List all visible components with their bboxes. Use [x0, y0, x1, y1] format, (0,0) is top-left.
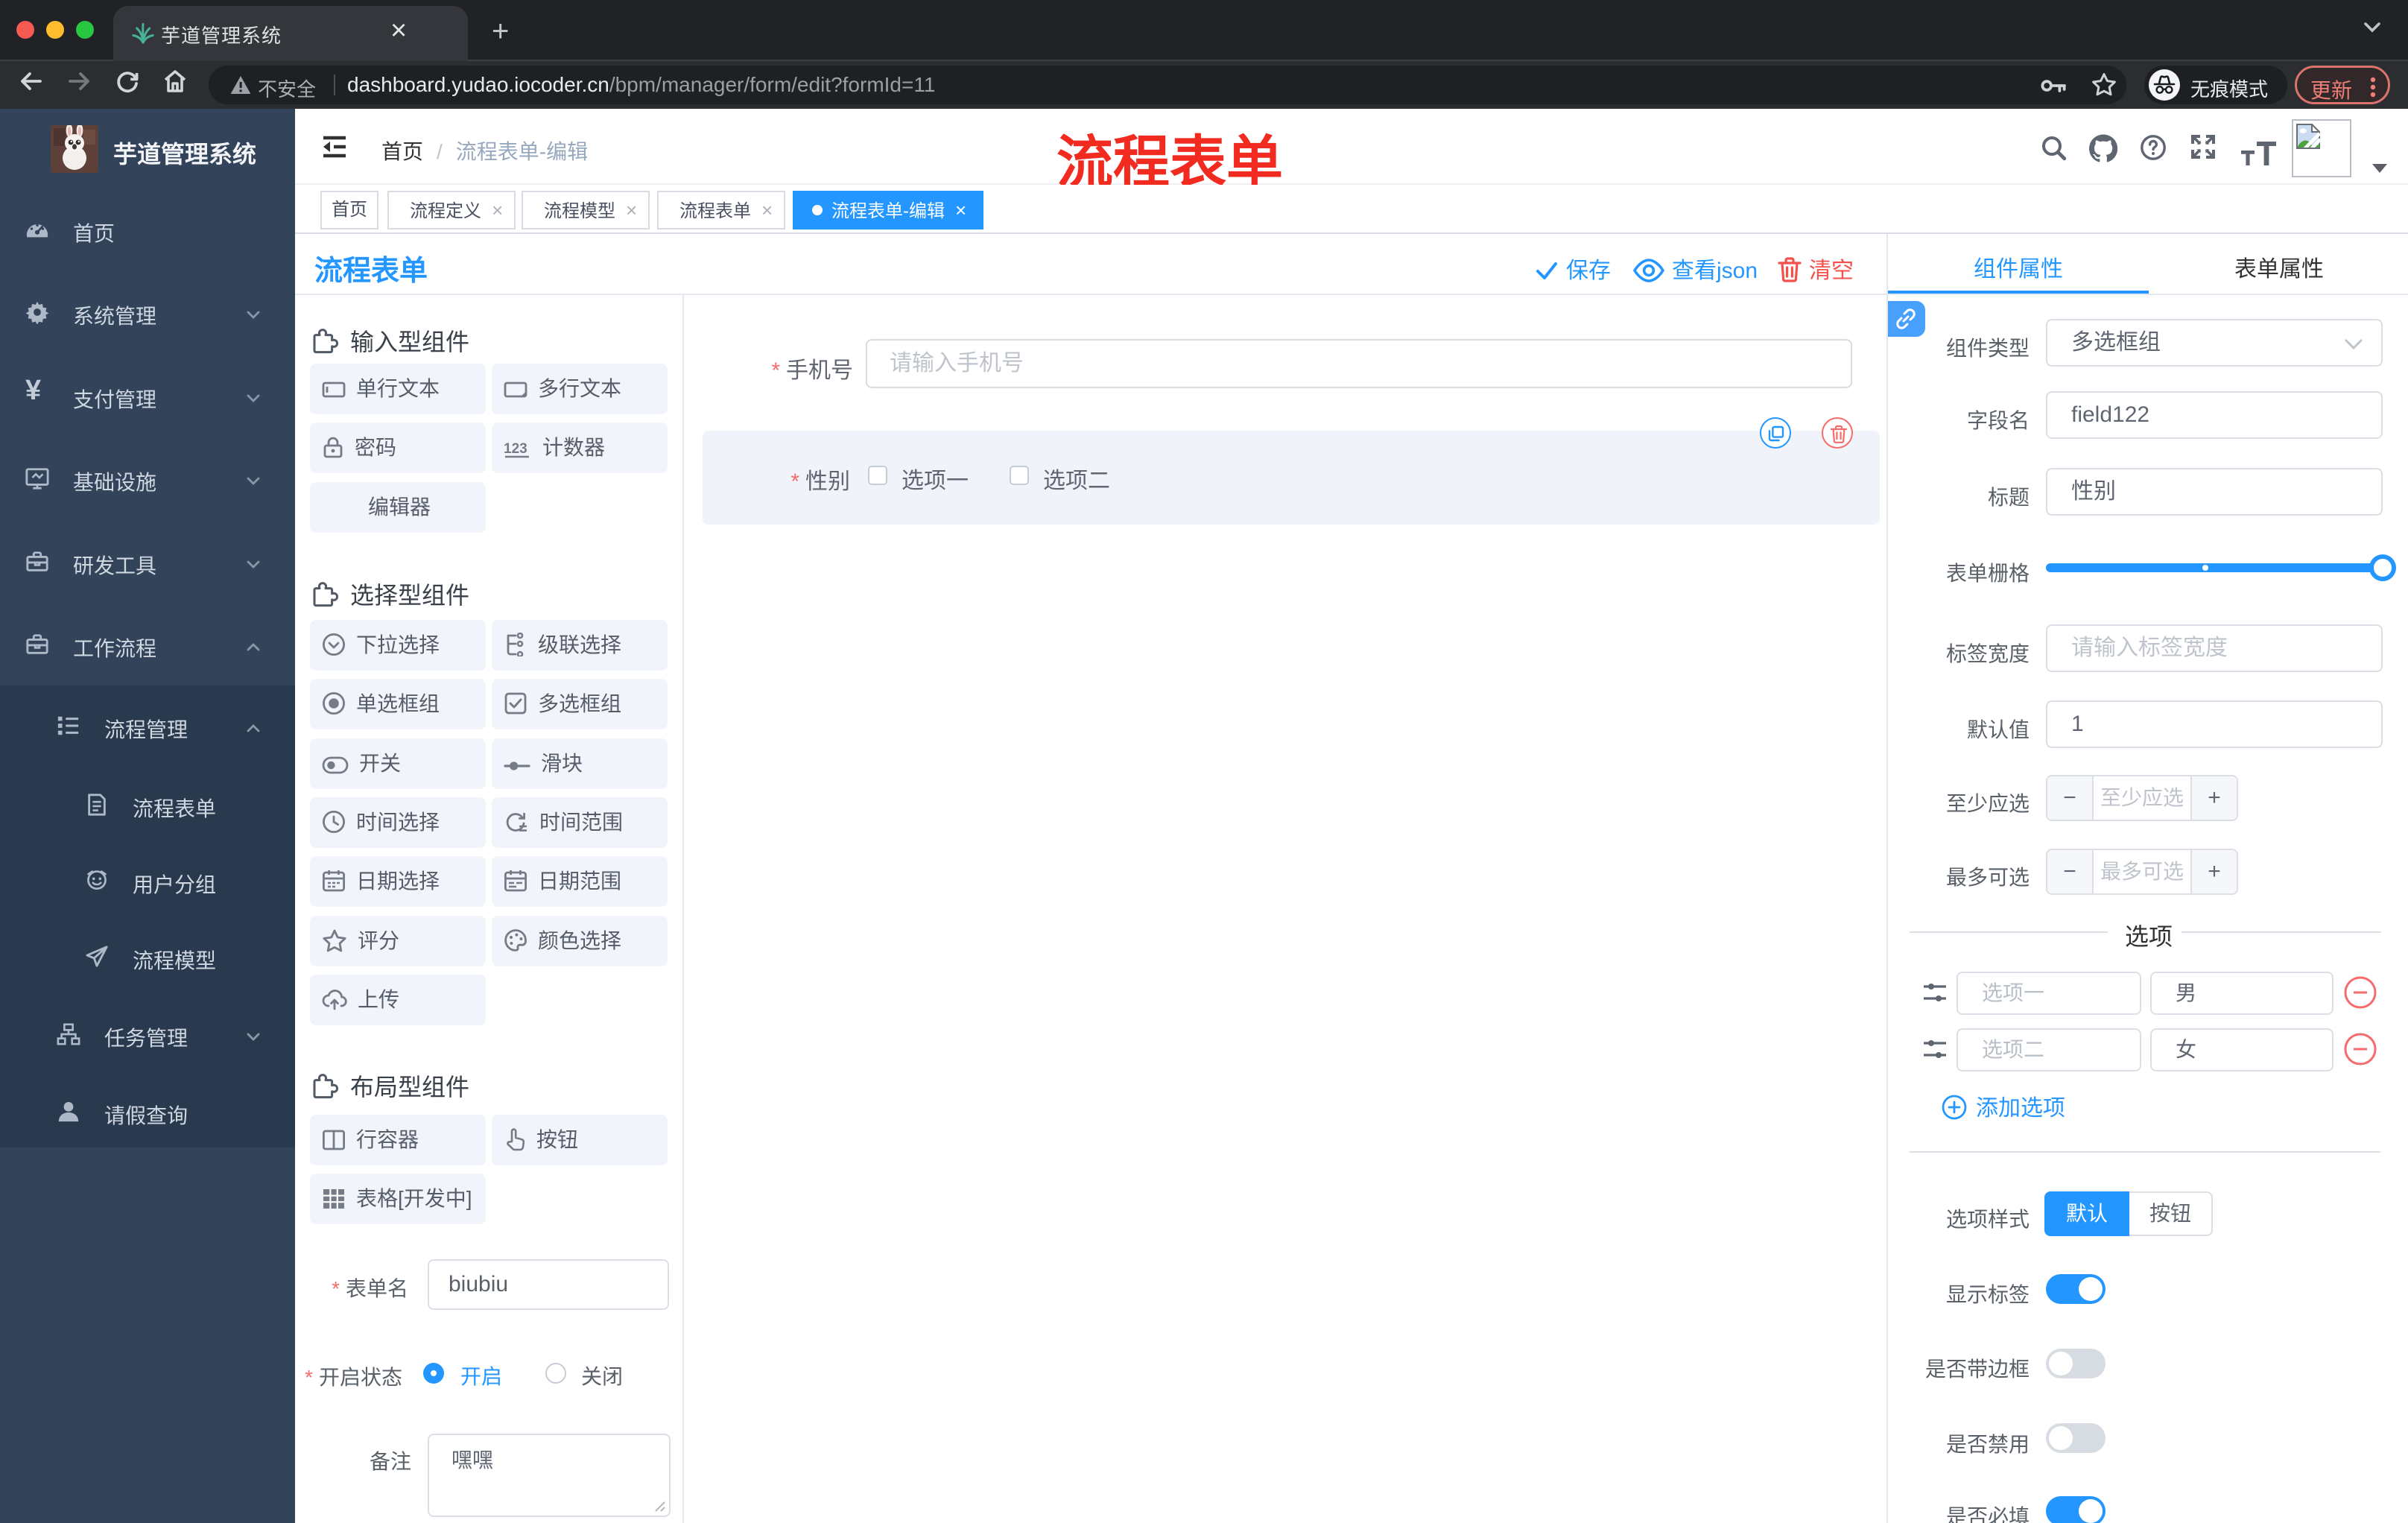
svg-text:123: 123	[504, 441, 527, 457]
